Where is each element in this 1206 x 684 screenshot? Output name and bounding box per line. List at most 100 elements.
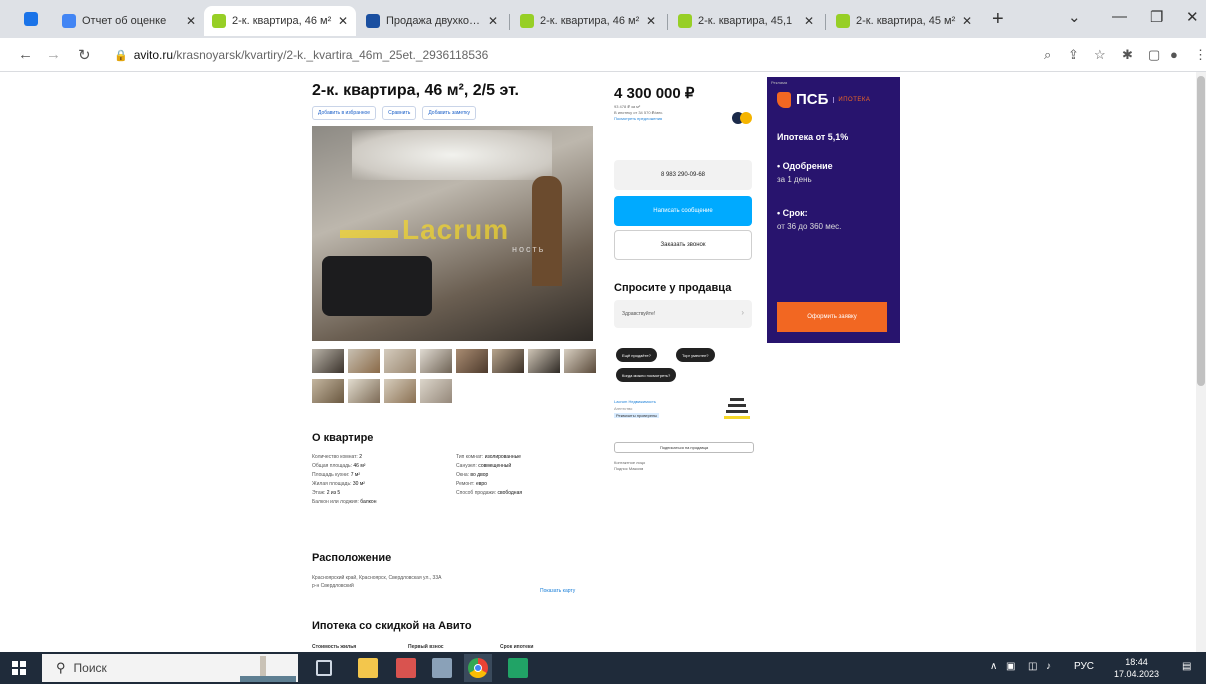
location-heading: Расположение xyxy=(312,552,392,564)
seller-name[interactable]: Lacrum Недвижимость xyxy=(614,398,659,405)
thumbnail[interactable] xyxy=(384,379,416,403)
avito-icon xyxy=(212,14,226,28)
param-row: Способ продажи: свободная xyxy=(456,490,523,496)
network-icon[interactable]: ◫ xyxy=(1028,661,1037,672)
lock-icon[interactable]: 🔒 xyxy=(114,49,128,62)
tray-app-icon[interactable]: ▣ xyxy=(1006,661,1015,672)
tab-title: Отчет об оценке xyxy=(82,15,167,27)
tray-chevron-icon[interactable]: ∧ xyxy=(990,661,997,672)
forward-icon[interactable]: → xyxy=(46,46,61,63)
clock[interactable]: 18:44 17.04.2023 xyxy=(1114,656,1159,680)
compare-button[interactable]: Сравнить xyxy=(382,106,417,120)
window-close-icon[interactable]: ✕ xyxy=(1186,8,1199,26)
tab-listing-2[interactable]: 2-к. квартира, 46 м² ✕ xyxy=(512,6,664,36)
mail-app-icon[interactable] xyxy=(396,658,416,678)
param-row: Тип комнат: изолированные xyxy=(456,454,521,460)
address-text: Красноярский край, Красноярск, Свердловс… xyxy=(312,574,441,590)
quick-question-chip[interactable]: Торг уместен? xyxy=(676,348,715,362)
bookmark-star-icon[interactable]: ☆ xyxy=(1094,47,1106,63)
tab-title: 2-к. квартира, 46 м² xyxy=(540,15,640,27)
windows-start-icon[interactable] xyxy=(12,661,26,675)
chrome-icon[interactable] xyxy=(464,654,492,682)
file-explorer-icon[interactable] xyxy=(358,658,378,678)
watermark-text: Lacrum xyxy=(402,214,510,245)
request-call-button[interactable]: Заказать звонок xyxy=(614,230,752,260)
mortgage-label: Первый взнос xyxy=(408,644,444,650)
param-row: Общая площадь: 46 м² xyxy=(312,463,366,469)
back-icon[interactable]: ← xyxy=(18,46,33,63)
show-map-link[interactable]: Показать карту xyxy=(540,588,575,594)
tab-listing-4[interactable]: 2-к. квартира, 45 м² ✕ xyxy=(828,6,980,36)
scrollbar-thumb[interactable] xyxy=(1197,76,1205,386)
add-note-button[interactable]: Добавить заметку xyxy=(422,106,477,120)
ad-apply-button[interactable]: Оформить заявку xyxy=(777,302,887,332)
calculator-icon[interactable] xyxy=(432,658,452,678)
send-arrow-icon[interactable]: › xyxy=(741,308,744,317)
volume-icon[interactable]: ♪ xyxy=(1046,661,1051,672)
close-icon[interactable]: ✕ xyxy=(646,14,656,28)
apps-icon[interactable] xyxy=(24,12,38,26)
minimize-icon[interactable]: — xyxy=(1112,8,1127,25)
close-icon[interactable]: ✕ xyxy=(338,14,348,28)
add-favorite-button[interactable]: Добавить в избранное xyxy=(312,106,377,120)
contact-person: Контактное лицо Поднос Максим xyxy=(614,460,645,472)
thumbnail[interactable] xyxy=(312,349,344,373)
page-content: 2-к. квартира, 46 м², 2/5 эт. Добавить в… xyxy=(0,72,1206,652)
thumbnail[interactable] xyxy=(420,379,452,403)
tab-search-icon[interactable]: ⌄ xyxy=(1068,8,1081,26)
zoom-icon[interactable]: ⌕ xyxy=(1044,47,1051,63)
mortgage-offers-link[interactable]: Посмотреть предложения xyxy=(614,116,663,122)
maximize-icon[interactable]: ❐ xyxy=(1150,8,1163,26)
extensions-icon[interactable]: ✱ xyxy=(1122,47,1133,63)
quick-question-chip[interactable]: Ещё продаёте? xyxy=(616,348,657,362)
ceiling-light xyxy=(352,130,552,180)
quick-question-chip[interactable]: Когда можно посмотреть? xyxy=(616,368,677,382)
thumbnail[interactable] xyxy=(492,349,524,373)
new-tab-icon[interactable]: + xyxy=(992,8,1004,31)
thumbnail[interactable] xyxy=(348,379,380,403)
tab-sale[interactable]: Продажа двухкомн ✕ xyxy=(358,6,506,36)
menu-icon[interactable]: ⋮ xyxy=(1194,47,1206,63)
language-indicator[interactable]: РУС xyxy=(1074,661,1094,672)
ad-bullet: • Срок: xyxy=(777,208,808,218)
close-icon[interactable]: ✕ xyxy=(186,14,196,28)
thumbnail[interactable] xyxy=(312,379,344,403)
tab-separator xyxy=(667,14,668,30)
page-scrollbar[interactable] xyxy=(1196,72,1206,652)
task-view-icon[interactable] xyxy=(316,660,332,676)
param-row: Балкон или лоджия: балкон xyxy=(312,499,377,505)
avito-icon xyxy=(836,14,850,28)
thumbnail[interactable] xyxy=(528,349,560,373)
tab-title: 2-к. квартира, 46 м² xyxy=(232,15,332,27)
ad-banner[interactable]: Реклама ПСБ ИПОТЕКА Ипотека от 5,1% • Од… xyxy=(767,77,900,343)
reload-icon[interactable]: ↻ xyxy=(78,46,91,64)
write-message-button[interactable]: Написать сообщение xyxy=(614,196,752,226)
thumbnail[interactable] xyxy=(384,349,416,373)
thumbnail[interactable] xyxy=(420,349,452,373)
listing-icon xyxy=(366,14,380,28)
browser-toolbar: ← → ↻ 🔒 avito.ru /krasnoyarsk/kvartiry/2… xyxy=(0,38,1206,72)
tab-listing-3[interactable]: 2-к. квартира, 45,1 ✕ xyxy=(670,6,822,36)
show-phone-button[interactable]: 8 983 290-09-68 xyxy=(614,160,752,190)
close-icon[interactable]: ✕ xyxy=(962,14,972,28)
psb-logo: ПСБ ИПОТЕКА xyxy=(777,91,870,108)
ad-label: Реклама xyxy=(771,80,788,85)
side-panel-icon[interactable]: ▢ xyxy=(1148,47,1160,63)
thumbnail[interactable] xyxy=(456,349,488,373)
profile-icon[interactable]: ● xyxy=(1170,47,1178,62)
address-bar[interactable]: 🔒 avito.ru /krasnoyarsk/kvartiry/2-k._kv… xyxy=(114,43,994,67)
close-icon[interactable]: ✕ xyxy=(488,14,498,28)
excel-icon[interactable] xyxy=(508,658,528,678)
notifications-icon[interactable]: ▤ xyxy=(1182,661,1191,672)
ask-seller-input[interactable]: Здравствуйте! › xyxy=(614,300,752,328)
thumbnail[interactable] xyxy=(348,349,380,373)
main-photo[interactable]: Lacrum ность xyxy=(312,126,593,341)
tab-active-listing[interactable]: 2-к. квартира, 46 м² ✕ xyxy=(204,6,356,36)
thumbnail[interactable] xyxy=(564,349,596,373)
tab-report[interactable]: Отчет об оценке ✕ xyxy=(54,6,204,36)
share-icon[interactable]: ⇪ xyxy=(1068,47,1079,63)
url-host: avito.ru xyxy=(133,48,174,62)
close-icon[interactable]: ✕ xyxy=(804,14,814,28)
seller-logo-icon[interactable] xyxy=(722,398,752,422)
subscribe-seller-button[interactable]: Подписаться на продавца xyxy=(614,442,754,453)
